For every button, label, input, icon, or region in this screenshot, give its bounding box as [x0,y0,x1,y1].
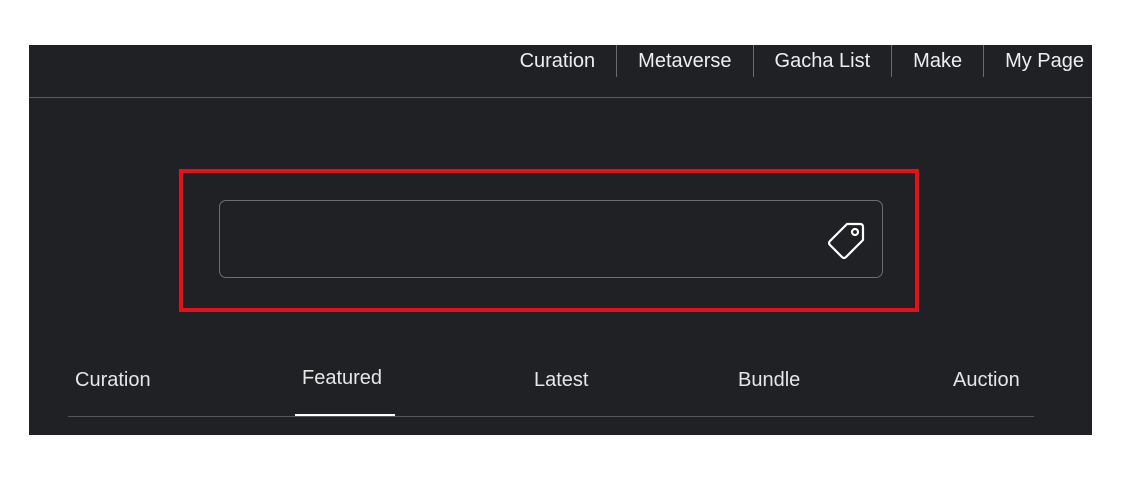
tag-icon[interactable] [826,219,868,261]
top-navigation: Curation Metaverse Gacha List Make My Pa… [29,45,1092,98]
app-window: Curation Metaverse Gacha List Make My Pa… [29,45,1092,435]
tab-curation[interactable]: Curation [75,369,151,392]
tab-auction[interactable]: Auction [953,369,1020,392]
top-nav-list: Curation Metaverse Gacha List Make My Pa… [499,45,1092,77]
active-tab-indicator [295,414,395,416]
search-box [219,200,883,278]
tab-bundle[interactable]: Bundle [738,369,800,392]
category-tabs: Curation Featured Latest Bundle Auction [68,357,1034,417]
nav-item-gacha-list[interactable]: Gacha List [752,45,892,77]
tab-featured[interactable]: Featured [302,367,382,390]
nav-item-curation[interactable]: Curation [499,45,617,77]
tab-latest[interactable]: Latest [534,369,588,392]
nav-item-make[interactable]: Make [891,45,983,77]
nav-item-metaverse[interactable]: Metaverse [616,45,752,77]
nav-item-my-page[interactable]: My Page [983,45,1092,77]
search-input[interactable] [220,201,810,277]
